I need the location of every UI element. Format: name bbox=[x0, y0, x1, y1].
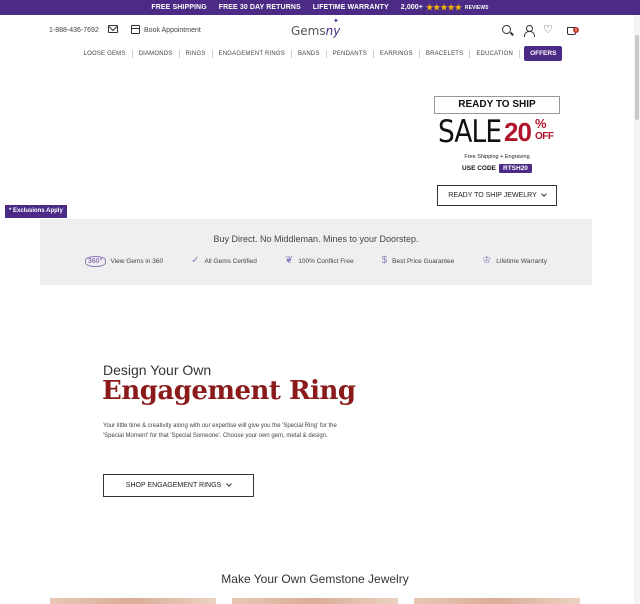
shop-engagement-rings-button[interactable]: SHOP ENGAGEMENT RINGS bbox=[103, 474, 254, 497]
design-description: Your little time & creativity along with… bbox=[103, 423, 337, 439]
360-icon: 360° bbox=[85, 255, 106, 267]
review-count: 2,000+ bbox=[400, 4, 423, 11]
exclusions-apply-badge[interactable]: * Exclusions Apply bbox=[5, 205, 67, 218]
site-logo[interactable]: Gemsny bbox=[291, 24, 340, 38]
chevron-down-icon bbox=[226, 481, 233, 487]
nav-loose-gems[interactable]: LOOSE GEMS bbox=[78, 49, 133, 58]
price-tag-icon: $ bbox=[381, 255, 388, 266]
book-appointment-link[interactable]: Book Appointment bbox=[144, 27, 201, 34]
nav-education[interactable]: EDUCATION bbox=[470, 49, 521, 58]
nav-bracelets[interactable]: BRACELETS bbox=[420, 49, 471, 58]
promo-code-line: USE CODE RTSH20 bbox=[434, 164, 560, 173]
promo-lifetime-warranty: LIFETIME WARRANTY bbox=[312, 4, 389, 11]
trust-item-conflict-free[interactable]: ❦ 100% Conflict Free bbox=[285, 255, 354, 267]
shop-button-label: SHOP ENGAGEMENT RINGS bbox=[125, 482, 222, 489]
trust-item-certified[interactable]: ✓ All Gems Certified bbox=[191, 255, 257, 267]
ready-to-ship-title: READY TO SHIP bbox=[434, 96, 560, 114]
site-header: 1-888-436-7692 Book Appointment Gemsny ✦… bbox=[0, 15, 640, 47]
cart-count-badge: 0 bbox=[573, 27, 579, 33]
leaf-icon: ❦ bbox=[284, 255, 294, 266]
warranty-icon: ♔ bbox=[482, 255, 492, 266]
gemstone-jewelry-image[interactable] bbox=[232, 598, 398, 604]
chevron-down-icon bbox=[540, 191, 547, 197]
use-code-label: USE CODE bbox=[462, 165, 496, 172]
gemstone-jewelry-image[interactable] bbox=[414, 598, 580, 604]
design-title: Engagement Ring bbox=[102, 376, 356, 406]
trust-headline: Buy Direct. No Middleman. Mines to your … bbox=[213, 234, 419, 244]
nav-engagement-rings[interactable]: ENGAGEMENT RINGS bbox=[213, 49, 292, 58]
promo-free-shipping: FREE SHIPPING bbox=[151, 4, 207, 11]
scrollbar-thumb[interactable] bbox=[635, 35, 639, 120]
logo-accent: ny bbox=[325, 24, 341, 38]
phone-number-link[interactable]: 1-888-436-7692 bbox=[49, 27, 99, 34]
nav-offers-button[interactable]: OFFERS bbox=[524, 46, 563, 61]
trust-item-label: Best Price Guarantee bbox=[392, 257, 455, 265]
nav-earrings[interactable]: EARRINGS bbox=[374, 49, 420, 58]
gemstone-jewelry-image[interactable] bbox=[50, 598, 216, 604]
trust-item-label: View Gems in 360 bbox=[110, 257, 164, 265]
trust-item-label: Lifetime Warranty bbox=[496, 257, 547, 265]
calendar-icon[interactable] bbox=[131, 25, 140, 34]
page-scrollbar[interactable] bbox=[634, 15, 640, 604]
trust-item-label: All Gems Certified bbox=[204, 257, 257, 265]
mail-icon[interactable] bbox=[108, 25, 118, 33]
promo-reviews[interactable]: 2,000+ ★★★★★ REVIEWS bbox=[401, 3, 489, 12]
gemstone-section-title: Make Your Own Gemstone Jewelry bbox=[221, 572, 409, 586]
sale-word: SALE bbox=[438, 114, 502, 150]
rts-button-label: READY TO SHIP JEWELRY bbox=[448, 192, 537, 199]
certified-icon: ✓ bbox=[191, 255, 200, 266]
sale-banner: SALE 20 % OFF bbox=[438, 115, 558, 151]
nav-pendants[interactable]: PENDANTS bbox=[327, 49, 374, 58]
logo-gem-icon: ✦ bbox=[333, 18, 339, 25]
search-icon[interactable] bbox=[502, 25, 511, 34]
promo-bar: FREE SHIPPING FREE 30 DAY RETURNS LIFETI… bbox=[0, 0, 640, 15]
reviews-label: REVIEWS bbox=[464, 4, 489, 11]
promo-code: RTSH20 bbox=[499, 164, 532, 173]
shipping-engraving-note: Free Shipping + Engraving bbox=[464, 154, 530, 160]
wishlist-heart-icon[interactable]: ♡ bbox=[543, 25, 554, 36]
trust-item-warranty[interactable]: ♔ Lifetime Warranty bbox=[482, 255, 547, 267]
trust-item-best-price[interactable]: $ Best Price Guarantee bbox=[382, 255, 455, 267]
main-nav: LOOSE GEMS DIAMONDS RINGS ENGAGEMENT RIN… bbox=[0, 45, 640, 62]
trust-items: 360° View Gems in 360 ✓ All Gems Certifi… bbox=[40, 255, 592, 267]
trust-item-360[interactable]: 360° View Gems in 360 bbox=[85, 255, 163, 267]
nav-bands[interactable]: BANDS bbox=[292, 49, 327, 58]
nav-rings[interactable]: RINGS bbox=[180, 49, 213, 58]
trust-item-label: 100% Conflict Free bbox=[298, 257, 354, 265]
sale-percent: 20 bbox=[504, 117, 532, 147]
star-rating-icon: ★★★★★ bbox=[426, 3, 462, 12]
promo-free-returns: FREE 30 DAY RETURNS bbox=[218, 4, 301, 11]
ready-to-ship-jewelry-button[interactable]: READY TO SHIP JEWELRY bbox=[437, 185, 557, 206]
logo-text: Gems bbox=[291, 24, 326, 38]
trust-bar: Buy Direct. No Middleman. Mines to your … bbox=[40, 219, 592, 285]
sale-percent-sign: % bbox=[535, 116, 547, 131]
sale-off-label: OFF bbox=[535, 131, 554, 142]
nav-diamonds[interactable]: DIAMONDS bbox=[133, 49, 180, 58]
account-icon[interactable] bbox=[523, 25, 535, 37]
